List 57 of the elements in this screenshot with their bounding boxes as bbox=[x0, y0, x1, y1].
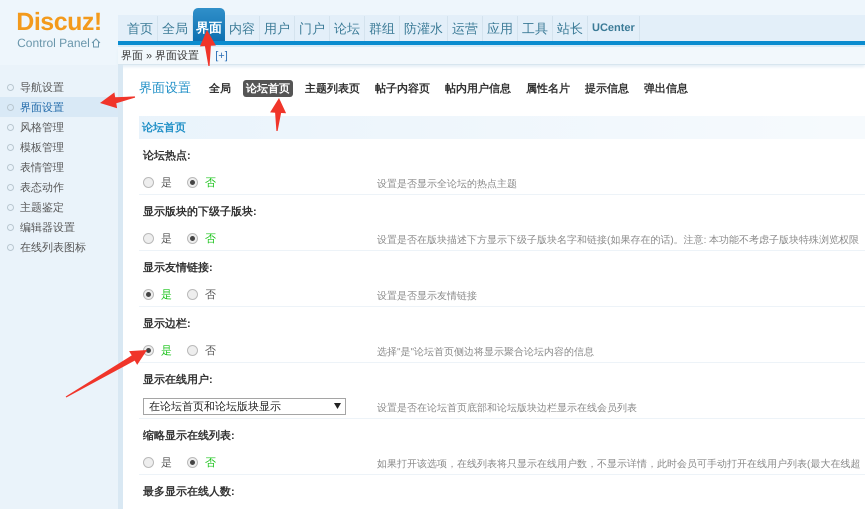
sidebar-item[interactable]: 主题鉴定 bbox=[0, 197, 118, 217]
radio-button[interactable] bbox=[143, 288, 154, 300]
radio-label[interactable]: 是 bbox=[161, 454, 172, 470]
setting-description: 设置是否显示友情链接 bbox=[377, 290, 477, 303]
sidebar-item[interactable]: 表态动作 bbox=[0, 177, 118, 197]
setting-description: 选择"是"论坛首页侧边将显示聚合论坛内容的信息 bbox=[377, 346, 594, 359]
radio-label[interactable]: 否 bbox=[205, 286, 216, 302]
breadcrumb-path: 界面 » 界面设置 bbox=[121, 49, 200, 63]
sidebar-item[interactable]: 导航设置 bbox=[0, 77, 118, 97]
logo-subtitle: Control Panel bbox=[17, 36, 90, 50]
radio-label[interactable]: 否 bbox=[205, 342, 216, 358]
page-title: 界面设置 bbox=[139, 79, 192, 97]
dropdown-select[interactable]: 在论坛首页和论坛版块显示 bbox=[143, 398, 346, 414]
sub-tab[interactable]: 论坛首页 bbox=[243, 80, 293, 96]
sub-tab[interactable]: 帖内用户信息 bbox=[442, 80, 514, 96]
setting-title: 最多显示在线人数: bbox=[143, 485, 236, 500]
sub-tab[interactable]: 弹出信息 bbox=[641, 80, 691, 96]
radio-button[interactable] bbox=[187, 176, 198, 188]
sidebar-item[interactable]: 在线列表图标 bbox=[0, 237, 118, 257]
annotation-arrow bbox=[100, 92, 136, 108]
brand-logo: Discuz! bbox=[16, 8, 102, 36]
setting-title: 显示友情链接: bbox=[143, 261, 214, 276]
radio-button[interactable] bbox=[187, 456, 198, 468]
sub-tab[interactable]: 帖子内容页 bbox=[372, 80, 433, 96]
sidebar-item[interactable]: 表情管理 bbox=[0, 157, 118, 177]
setting-title: 显示版块的下级子版块: bbox=[143, 205, 258, 220]
setting-title: 缩略显示在线列表: bbox=[143, 429, 236, 444]
sidebar-item[interactable]: 界面设置 bbox=[0, 97, 118, 117]
expand-link[interactable]: [+] bbox=[215, 50, 228, 62]
nav-tab[interactable]: 界面 bbox=[193, 8, 225, 41]
sub-tab[interactable]: 属性名片 bbox=[523, 80, 573, 96]
annotation-arrow bbox=[270, 98, 286, 131]
sub-tab[interactable]: 全局 bbox=[206, 80, 234, 96]
setting-title: 显示在线用户: bbox=[143, 373, 214, 388]
radio-button[interactable] bbox=[143, 456, 154, 468]
radio-button[interactable] bbox=[143, 176, 154, 188]
home-icon[interactable] bbox=[90, 38, 101, 48]
setting-title: 论坛热点: bbox=[143, 149, 192, 164]
sidebar-item[interactable]: 编辑器设置 bbox=[0, 217, 118, 237]
setting-description: 设置是否在版块描述下方显示下级子版块名字和链接(如果存在的话)。注意: 本功能不考虑子版块特殊浏览权限 bbox=[377, 234, 860, 247]
radio-label[interactable]: 是 bbox=[161, 174, 172, 190]
setting-title: 显示边栏: bbox=[143, 317, 192, 332]
radio-button[interactable] bbox=[143, 344, 154, 356]
radio-button[interactable] bbox=[187, 288, 198, 300]
sidebar-item[interactable]: 模板管理 bbox=[0, 137, 118, 157]
setting-description: 设置是否显示全论坛的热点主题 bbox=[377, 178, 517, 191]
radio-button[interactable] bbox=[143, 232, 154, 244]
sub-tab[interactable]: 主题列表页 bbox=[302, 80, 363, 96]
radio-button[interactable] bbox=[187, 344, 198, 356]
setting-description: 如果打开该选项，在线列表将只显示在线用户数，不显示详情，此时会员可手动打开在线用户列表(最大在线超 bbox=[377, 458, 860, 471]
sidebar-item[interactable]: 风格管理 bbox=[0, 117, 118, 137]
setting-description: 设置是否在论坛首页底部和论坛版块边栏显示在线会员列表 bbox=[377, 402, 637, 415]
caret-icon bbox=[334, 403, 341, 409]
radio-label[interactable]: 是 bbox=[161, 230, 172, 246]
section-header: 论坛首页 bbox=[139, 116, 865, 139]
sub-tab[interactable]: 提示信息 bbox=[582, 80, 632, 96]
radio-button[interactable] bbox=[187, 232, 198, 244]
